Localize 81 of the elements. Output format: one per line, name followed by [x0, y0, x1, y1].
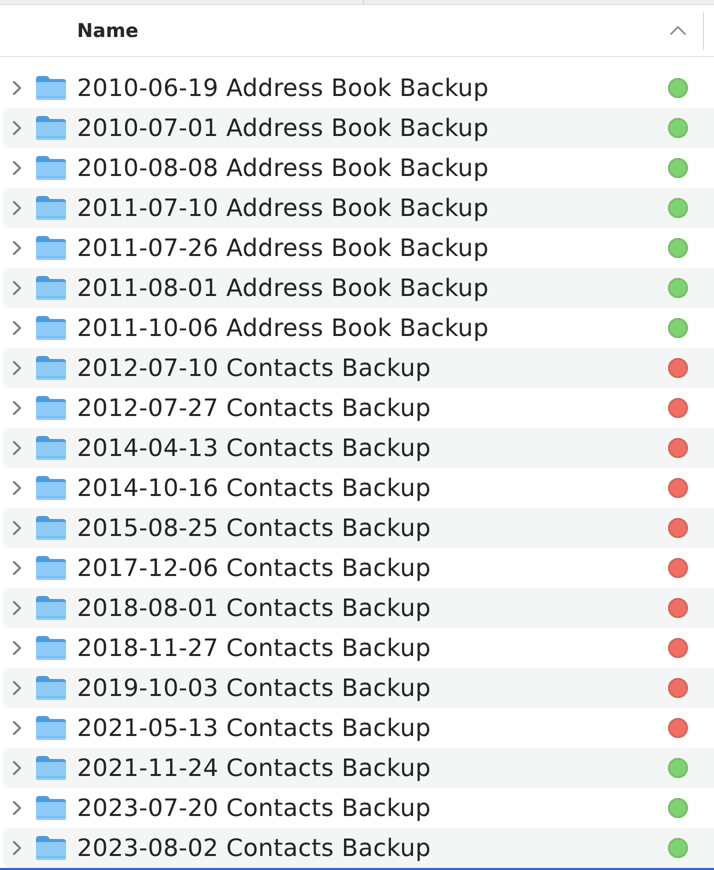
file-name: 2018-08-01 Contacts Backup — [77, 594, 432, 622]
folder-icon — [35, 355, 67, 381]
file-name: 2017-12-06 Contacts Backup — [77, 554, 432, 582]
file-name: 2011-08-01 Address Book Backup — [77, 274, 490, 302]
folder-icon — [35, 515, 67, 541]
folder-icon — [35, 435, 67, 461]
folder-icon — [35, 555, 67, 581]
file-row[interactable]: 2010-06-19 Address Book Backup — [3, 68, 714, 108]
disclosure-chevron-icon[interactable] — [12, 760, 22, 776]
folder-icon — [35, 395, 67, 421]
disclosure-chevron-icon[interactable] — [12, 360, 22, 376]
file-name: 2012-07-10 Contacts Backup — [77, 354, 432, 382]
disclosure-chevron-icon[interactable] — [12, 480, 22, 496]
folder-icon — [35, 115, 67, 141]
file-name: 2021-05-13 Contacts Backup — [77, 714, 432, 742]
disclosure-chevron-icon[interactable] — [12, 600, 22, 616]
file-name: 2018-11-27 Contacts Backup — [77, 634, 432, 662]
disclosure-chevron-icon[interactable] — [12, 520, 22, 536]
disclosure-chevron-icon[interactable] — [12, 120, 22, 136]
file-name: 2010-08-08 Address Book Backup — [77, 154, 490, 182]
folder-icon — [35, 475, 67, 501]
disclosure-chevron-icon[interactable] — [12, 680, 22, 696]
file-name: 2011-10-06 Address Book Backup — [77, 314, 490, 342]
folder-icon — [35, 75, 67, 101]
disclosure-chevron-icon[interactable] — [12, 280, 22, 296]
file-row[interactable]: 2010-07-01 Address Book Backup — [3, 108, 714, 148]
disclosure-chevron-icon[interactable] — [12, 160, 22, 176]
folder-icon — [35, 755, 67, 781]
file-row[interactable]: 2014-10-16 Contacts Backup — [3, 468, 714, 508]
file-row[interactable]: 2014-04-13 Contacts Backup — [3, 428, 714, 468]
file-name: 2012-07-27 Contacts Backup — [77, 394, 432, 422]
file-row[interactable]: 2019-10-03 Contacts Backup — [3, 668, 714, 708]
disclosure-chevron-icon[interactable] — [12, 800, 22, 816]
file-row[interactable]: 2023-08-02 Contacts Backup — [3, 828, 714, 868]
file-row[interactable]: 2021-05-13 Contacts Backup — [3, 708, 714, 748]
file-name: 2015-08-25 Contacts Backup — [77, 514, 432, 542]
folder-icon — [35, 195, 67, 221]
disclosure-chevron-icon[interactable] — [12, 840, 22, 856]
name-column-header[interactable]: Name — [0, 5, 703, 56]
file-row[interactable]: 2012-07-27 Contacts Backup — [3, 388, 714, 428]
file-row[interactable]: 2011-08-01 Address Book Backup — [3, 268, 714, 308]
file-name: 2010-06-19 Address Book Backup — [77, 74, 490, 102]
file-row[interactable]: 2021-11-24 Contacts Backup — [3, 748, 714, 788]
folder-icon — [35, 795, 67, 821]
file-row[interactable]: 2023-07-20 Contacts Backup — [3, 788, 714, 828]
file-row[interactable]: 2010-08-08 Address Book Backup — [3, 148, 714, 188]
file-row[interactable]: 2011-10-06 Address Book Backup — [3, 308, 714, 348]
disclosure-chevron-icon[interactable] — [12, 640, 22, 656]
disclosure-chevron-icon[interactable] — [12, 240, 22, 256]
file-row[interactable]: 2015-08-25 Contacts Backup — [3, 508, 714, 548]
disclosure-chevron-icon[interactable] — [12, 720, 22, 736]
disclosure-chevron-icon[interactable] — [12, 440, 22, 456]
disclosure-chevron-icon[interactable] — [12, 400, 22, 416]
disclosure-chevron-icon[interactable] — [12, 80, 22, 96]
file-row[interactable]: 2018-08-01 Contacts Backup — [3, 588, 714, 628]
file-row[interactable]: 2011-07-26 Address Book Backup — [3, 228, 714, 268]
file-name: 2021-11-24 Contacts Backup — [77, 754, 432, 782]
folder-icon — [35, 835, 67, 861]
file-name: 2019-10-03 Contacts Backup — [77, 674, 432, 702]
disclosure-chevron-icon[interactable] — [12, 320, 22, 336]
disclosure-chevron-icon[interactable] — [12, 560, 22, 576]
folder-icon — [35, 155, 67, 181]
disclosure-chevron-icon[interactable] — [12, 200, 22, 216]
folder-icon — [35, 315, 67, 341]
folder-icon — [35, 595, 67, 621]
file-row[interactable]: 2018-11-27 Contacts Backup — [3, 628, 714, 668]
file-row[interactable]: 2012-07-10 Contacts Backup — [3, 348, 714, 388]
file-row[interactable]: 2017-12-06 Contacts Backup — [3, 548, 714, 588]
file-name: 2011-07-26 Address Book Backup — [77, 234, 490, 262]
folder-icon — [35, 675, 67, 701]
file-name: 2023-08-02 Contacts Backup — [77, 834, 432, 862]
file-name: 2014-10-16 Contacts Backup — [77, 474, 432, 502]
file-name: 2023-07-20 Contacts Backup — [77, 794, 432, 822]
folder-icon — [35, 635, 67, 661]
file-name: 2014-04-13 Contacts Backup — [77, 434, 432, 462]
folder-icon — [35, 275, 67, 301]
folder-icon — [35, 715, 67, 741]
folder-icon — [35, 235, 67, 261]
file-name: 2010-07-01 Address Book Backup — [77, 114, 490, 142]
file-name: 2011-07-10 Address Book Backup — [77, 194, 490, 222]
file-row[interactable]: 2011-07-10 Address Book Backup — [3, 188, 714, 228]
